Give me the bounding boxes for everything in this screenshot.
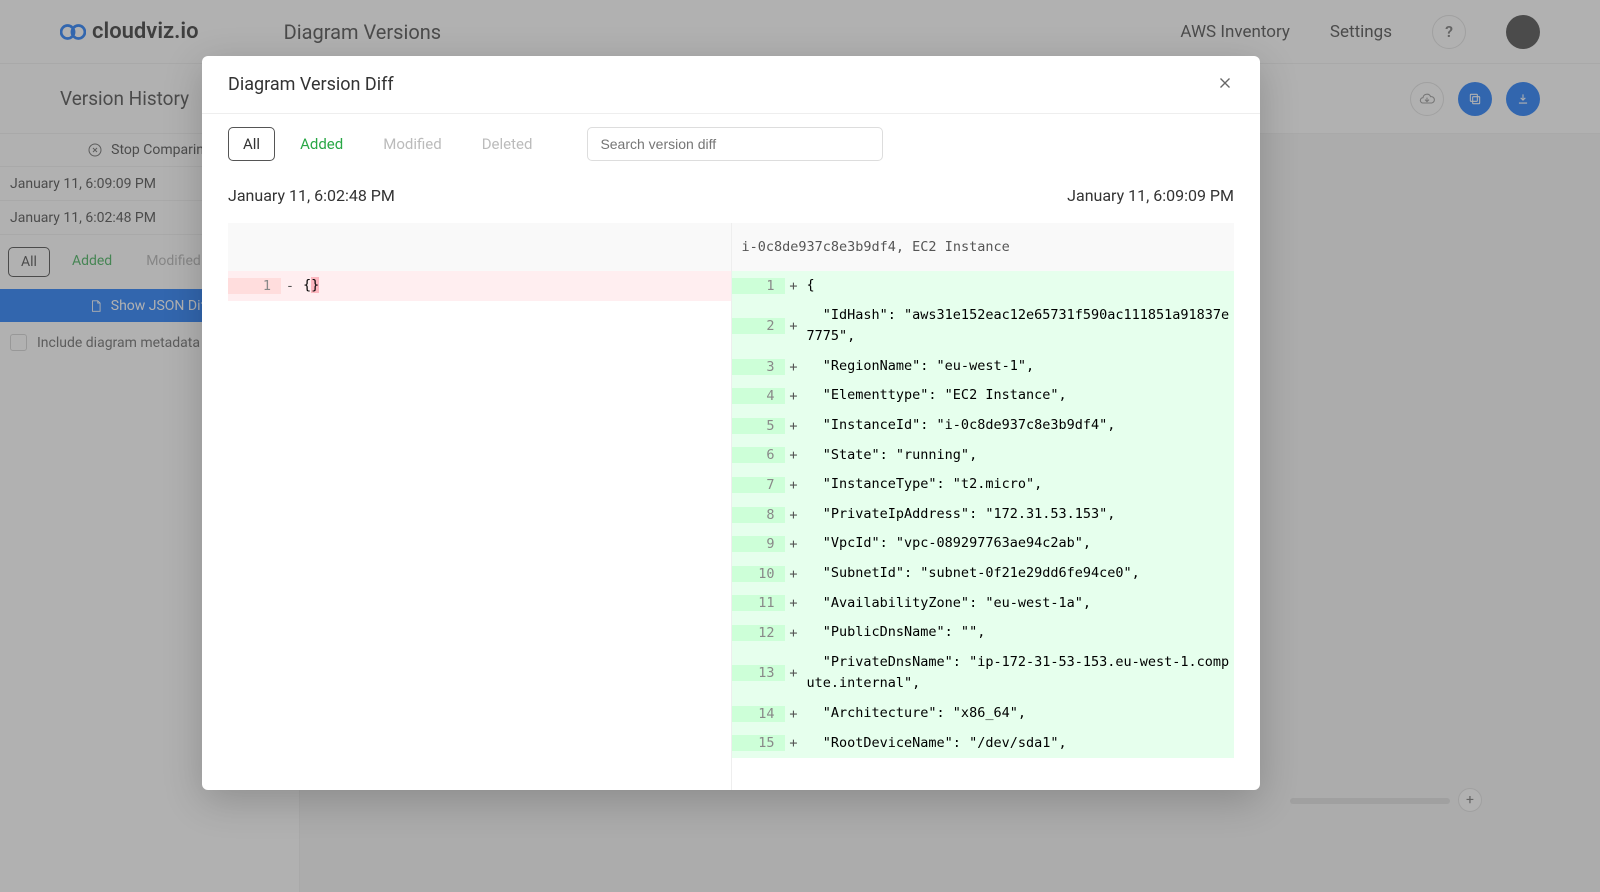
line-content: "PublicDnsName": "", bbox=[803, 618, 1235, 648]
line-number: 5 bbox=[732, 418, 785, 434]
diff-left-side: 1-{} bbox=[228, 223, 732, 790]
modal-close-button[interactable] bbox=[1216, 73, 1234, 97]
line-number: 8 bbox=[732, 507, 785, 523]
modal-header: Diagram Version Diff bbox=[202, 56, 1260, 114]
diff-left-header bbox=[228, 223, 731, 271]
diff-timestamps: January 11, 6:02:48 PM January 11, 6:09:… bbox=[202, 174, 1260, 223]
line-marker: + bbox=[785, 418, 803, 434]
line-marker: + bbox=[785, 447, 803, 463]
line-number: 2 bbox=[732, 318, 785, 334]
close-icon bbox=[1216, 74, 1234, 92]
line-marker: + bbox=[785, 507, 803, 523]
line-marker: + bbox=[785, 735, 803, 751]
diff-line: 8+ "PrivateIpAddress": "172.31.53.153", bbox=[732, 500, 1235, 530]
diff-line: 12+ "PublicDnsName": "", bbox=[732, 618, 1235, 648]
line-marker: + bbox=[785, 706, 803, 722]
line-marker: - bbox=[281, 278, 299, 294]
line-content: "VpcId": "vpc-089297763ae94c2ab", bbox=[803, 529, 1235, 559]
line-number: 9 bbox=[732, 536, 785, 552]
search-input[interactable] bbox=[587, 127, 883, 161]
line-number: 13 bbox=[732, 665, 785, 681]
diff-line: 15+ "RootDeviceName": "/dev/sda1", bbox=[732, 729, 1235, 759]
line-number: 12 bbox=[732, 625, 785, 641]
diff-line: 5+ "InstanceId": "i-0c8de937c8e3b9df4", bbox=[732, 411, 1235, 441]
line-number: 7 bbox=[732, 477, 785, 493]
line-marker: + bbox=[785, 477, 803, 493]
line-marker: + bbox=[785, 595, 803, 611]
line-content: "AvailabilityZone": "eu-west-1a", bbox=[803, 589, 1235, 619]
line-content: "InstanceId": "i-0c8de937c8e3b9df4", bbox=[803, 411, 1235, 441]
diff-line: 10+ "SubnetId": "subnet-0f21e29dd6fe94ce… bbox=[732, 559, 1235, 589]
diff-line: 13+ "PrivateDnsName": "ip-172-31-53-153.… bbox=[732, 648, 1235, 699]
line-number: 11 bbox=[732, 595, 785, 611]
line-number: 3 bbox=[732, 359, 785, 375]
line-marker: + bbox=[785, 388, 803, 404]
line-marker: + bbox=[785, 278, 803, 294]
line-marker: + bbox=[785, 536, 803, 552]
modal-title: Diagram Version Diff bbox=[228, 74, 394, 95]
line-number: 15 bbox=[732, 735, 785, 751]
diff-line: 3+ "RegionName": "eu-west-1", bbox=[732, 352, 1235, 382]
diff-line: 1-{} bbox=[228, 271, 731, 301]
tab-all[interactable]: All bbox=[228, 127, 275, 161]
line-number: 1 bbox=[228, 278, 281, 294]
right-timestamp: January 11, 6:09:09 PM bbox=[1067, 186, 1234, 205]
line-marker: + bbox=[785, 566, 803, 582]
diff-right-side: i-0c8de937c8e3b9df4, EC2 Instance 1+{2+ … bbox=[732, 223, 1235, 790]
line-content: "InstanceType": "t2.micro", bbox=[803, 470, 1235, 500]
modal-controls: All Added Modified Deleted bbox=[202, 114, 1260, 174]
line-marker: + bbox=[785, 665, 803, 681]
tab-deleted[interactable]: Deleted bbox=[467, 127, 548, 161]
line-content: "RegionName": "eu-west-1", bbox=[803, 352, 1235, 382]
line-content: "RootDeviceName": "/dev/sda1", bbox=[803, 729, 1235, 759]
line-marker: + bbox=[785, 625, 803, 641]
line-content: {} bbox=[299, 271, 731, 301]
diff-body: 1-{} i-0c8de937c8e3b9df4, EC2 Instance 1… bbox=[202, 223, 1260, 790]
diff-line: 7+ "InstanceType": "t2.micro", bbox=[732, 470, 1235, 500]
line-number: 6 bbox=[732, 447, 785, 463]
line-content: "SubnetId": "subnet-0f21e29dd6fe94ce0", bbox=[803, 559, 1235, 589]
line-marker: + bbox=[785, 318, 803, 334]
diff-line: 2+ "IdHash": "aws31e152eac12e65731f590ac… bbox=[732, 301, 1235, 352]
line-number: 14 bbox=[732, 706, 785, 722]
tab-modified[interactable]: Modified bbox=[368, 127, 456, 161]
left-timestamp: January 11, 6:02:48 PM bbox=[228, 186, 395, 205]
diff-modal: Diagram Version Diff All Added Modified … bbox=[202, 56, 1260, 790]
diff-line: 11+ "AvailabilityZone": "eu-west-1a", bbox=[732, 589, 1235, 619]
line-content: "Elementtype": "EC2 Instance", bbox=[803, 381, 1235, 411]
line-content: "PrivateDnsName": "ip-172-31-53-153.eu-w… bbox=[803, 648, 1235, 699]
line-number: 1 bbox=[732, 278, 785, 294]
diff-line: 14+ "Architecture": "x86_64", bbox=[732, 699, 1235, 729]
line-content: "Architecture": "x86_64", bbox=[803, 699, 1235, 729]
line-marker: + bbox=[785, 359, 803, 375]
line-content: "IdHash": "aws31e152eac12e65731f590ac111… bbox=[803, 301, 1235, 352]
tab-added[interactable]: Added bbox=[285, 127, 358, 161]
line-content: { bbox=[803, 271, 1235, 301]
line-number: 4 bbox=[732, 388, 785, 404]
diff-line: 4+ "Elementtype": "EC2 Instance", bbox=[732, 381, 1235, 411]
line-number: 10 bbox=[732, 566, 785, 582]
diff-right-header: i-0c8de937c8e3b9df4, EC2 Instance bbox=[732, 223, 1235, 271]
line-content: "State": "running", bbox=[803, 441, 1235, 471]
diff-line: 9+ "VpcId": "vpc-089297763ae94c2ab", bbox=[732, 529, 1235, 559]
diff-line: 1+{ bbox=[732, 271, 1235, 301]
diff-line: 6+ "State": "running", bbox=[732, 441, 1235, 471]
line-content: "PrivateIpAddress": "172.31.53.153", bbox=[803, 500, 1235, 530]
